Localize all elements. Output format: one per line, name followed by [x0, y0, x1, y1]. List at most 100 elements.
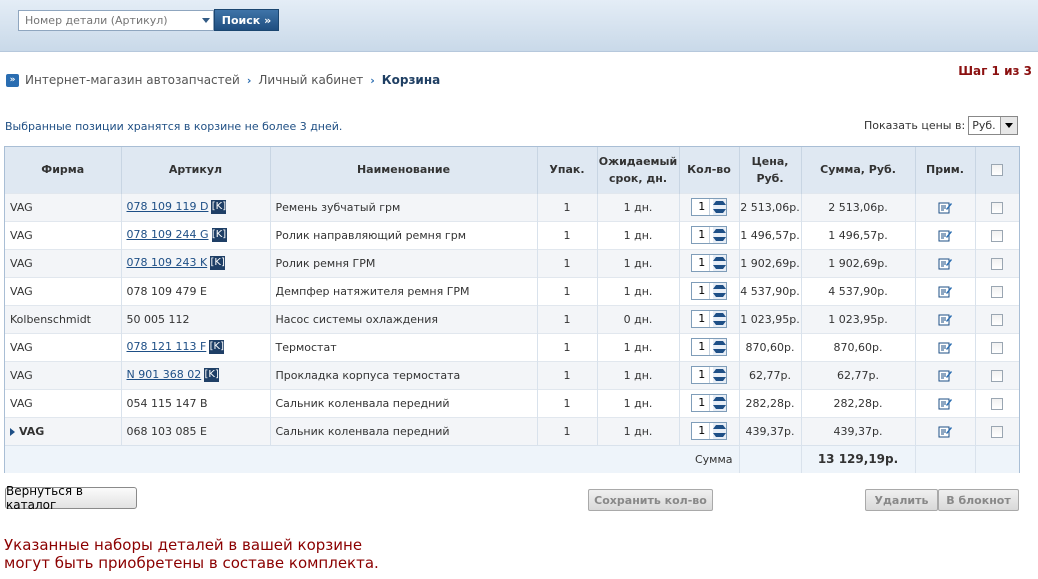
price-currency-label: Показать цены в: [864, 119, 966, 132]
row-checkbox[interactable] [991, 285, 1004, 298]
row-checkbox[interactable] [991, 397, 1004, 410]
article-link[interactable]: N 901 368 02 [127, 368, 202, 381]
search-dropdown[interactable] [198, 11, 213, 30]
quantity-value[interactable]: 1 [692, 227, 709, 243]
quantity-value[interactable]: 1 [692, 283, 709, 299]
col-name[interactable]: Наименование [270, 147, 538, 193]
increment-icon[interactable] [712, 199, 726, 207]
increment-icon[interactable] [712, 339, 726, 347]
increment-icon[interactable] [712, 367, 726, 375]
spin-buttons[interactable] [708, 339, 726, 355]
quantity-stepper[interactable]: 1 [691, 198, 727, 216]
quantity-value[interactable]: 1 [692, 395, 709, 411]
storage-note: Выбранные позиции хранятся в корзине не … [5, 120, 343, 133]
quantity-stepper[interactable]: 1 [691, 394, 727, 412]
decrement-icon[interactable] [712, 431, 726, 439]
search-field[interactable] [18, 10, 214, 31]
article-link[interactable]: 078 109 243 K [127, 256, 208, 269]
kit-badge[interactable]: [K] [211, 228, 227, 242]
spin-buttons[interactable] [708, 255, 726, 271]
article-link[interactable]: 078 109 119 D [127, 200, 209, 213]
increment-icon[interactable] [712, 283, 726, 291]
kit-badge[interactable]: [K] [204, 368, 220, 382]
quantity-value[interactable]: 1 [692, 367, 709, 383]
decrement-icon[interactable] [712, 403, 726, 411]
delete-button[interactable]: Удалить [865, 489, 938, 511]
spin-buttons[interactable] [708, 367, 726, 383]
edit-note-icon[interactable] [938, 369, 952, 382]
edit-note-icon[interactable] [938, 257, 952, 270]
article-link[interactable]: 078 109 244 G [127, 228, 209, 241]
quantity-stepper[interactable]: 1 [691, 422, 727, 440]
spin-buttons[interactable] [708, 423, 726, 439]
row-checkbox[interactable] [991, 425, 1004, 438]
increment-icon[interactable] [712, 395, 726, 403]
decrement-icon[interactable] [712, 375, 726, 383]
decrement-icon[interactable] [712, 291, 726, 299]
kit-badge[interactable]: [K] [210, 256, 226, 270]
kit-badge[interactable]: [K] [209, 340, 225, 354]
decrement-icon[interactable] [712, 347, 726, 355]
quantity-stepper[interactable]: 1 [691, 338, 727, 356]
quantity-value[interactable]: 1 [692, 339, 709, 355]
search-button[interactable]: Поиск » [214, 9, 279, 31]
spin-buttons[interactable] [708, 311, 726, 327]
row-checkbox[interactable] [991, 257, 1004, 270]
decrement-icon[interactable] [712, 263, 726, 271]
row-checkbox[interactable] [991, 201, 1004, 214]
quantity-value[interactable]: 1 [692, 311, 709, 327]
row-checkbox[interactable] [991, 313, 1004, 326]
edit-note-icon[interactable] [938, 397, 952, 410]
spin-buttons[interactable] [708, 227, 726, 243]
add-to-notebook-button[interactable]: В блокнот [938, 489, 1019, 511]
decrement-icon[interactable] [712, 319, 726, 327]
increment-icon[interactable] [712, 311, 726, 319]
increment-icon[interactable] [712, 255, 726, 263]
select-all-checkbox[interactable] [991, 164, 1004, 177]
kit-badge[interactable]: [K] [211, 200, 227, 214]
spin-buttons[interactable] [708, 395, 726, 411]
currency-select[interactable]: Руб. [968, 116, 1019, 135]
table-row: VAG 078 109 243 K [K] Ролик ремня ГРМ 1 1 дн.… [5, 248, 1019, 277]
cell-note [915, 360, 976, 389]
save-quantity-button[interactable]: Сохранить кол-во [588, 489, 713, 511]
article-link[interactable]: 078 121 113 F [127, 340, 207, 353]
col-firm[interactable]: Фирма [5, 147, 122, 193]
edit-note-icon[interactable] [938, 285, 952, 298]
quantity-value[interactable]: 1 [692, 255, 709, 271]
row-checkbox[interactable] [991, 369, 1004, 382]
quantity-stepper[interactable]: 1 [691, 366, 727, 384]
decrement-icon[interactable] [712, 235, 726, 243]
col-article[interactable]: Артикул [121, 147, 271, 193]
row-checkbox[interactable] [991, 229, 1004, 242]
quantity-stepper[interactable]: 1 [691, 282, 727, 300]
breadcrumb-link-account[interactable]: Личный кабинет [258, 73, 363, 87]
decrement-icon[interactable] [712, 207, 726, 215]
chevron-down-icon[interactable] [1000, 117, 1018, 134]
chevron-down-icon [201, 18, 210, 23]
increment-icon[interactable] [712, 227, 726, 235]
quantity-stepper[interactable]: 1 [691, 226, 727, 244]
edit-note-icon[interactable] [938, 201, 952, 214]
row-checkbox[interactable] [991, 341, 1004, 354]
cell-note [915, 416, 976, 445]
breadcrumb-link-shop[interactable]: Интернет-магазин автозапчастей [25, 73, 240, 87]
cell-sum: 2 513,06р. [801, 192, 916, 221]
edit-note-icon[interactable] [938, 425, 952, 438]
cell-sum: 282,28р. [801, 388, 916, 417]
edit-note-icon[interactable] [938, 313, 952, 326]
increment-icon[interactable] [712, 423, 726, 431]
back-to-catalog-button[interactable]: Вернуться в каталог [5, 484, 137, 512]
quantity-value[interactable]: 1 [692, 423, 709, 439]
edit-note-icon[interactable] [938, 341, 952, 354]
edit-note-icon[interactable] [938, 229, 952, 242]
cell-article: 078 121 113 F [K] [121, 332, 271, 361]
quantity-value[interactable]: 1 [692, 199, 709, 215]
quantity-stepper[interactable]: 1 [691, 254, 727, 272]
spin-buttons[interactable] [708, 199, 726, 215]
cell-price: 1 023,95р. [739, 304, 802, 333]
quantity-stepper[interactable]: 1 [691, 310, 727, 328]
search-input[interactable] [19, 11, 195, 30]
table-row: Kolbenschmidt 50 005 112 Насос системы охл… [5, 304, 1019, 333]
spin-buttons[interactable] [708, 283, 726, 299]
